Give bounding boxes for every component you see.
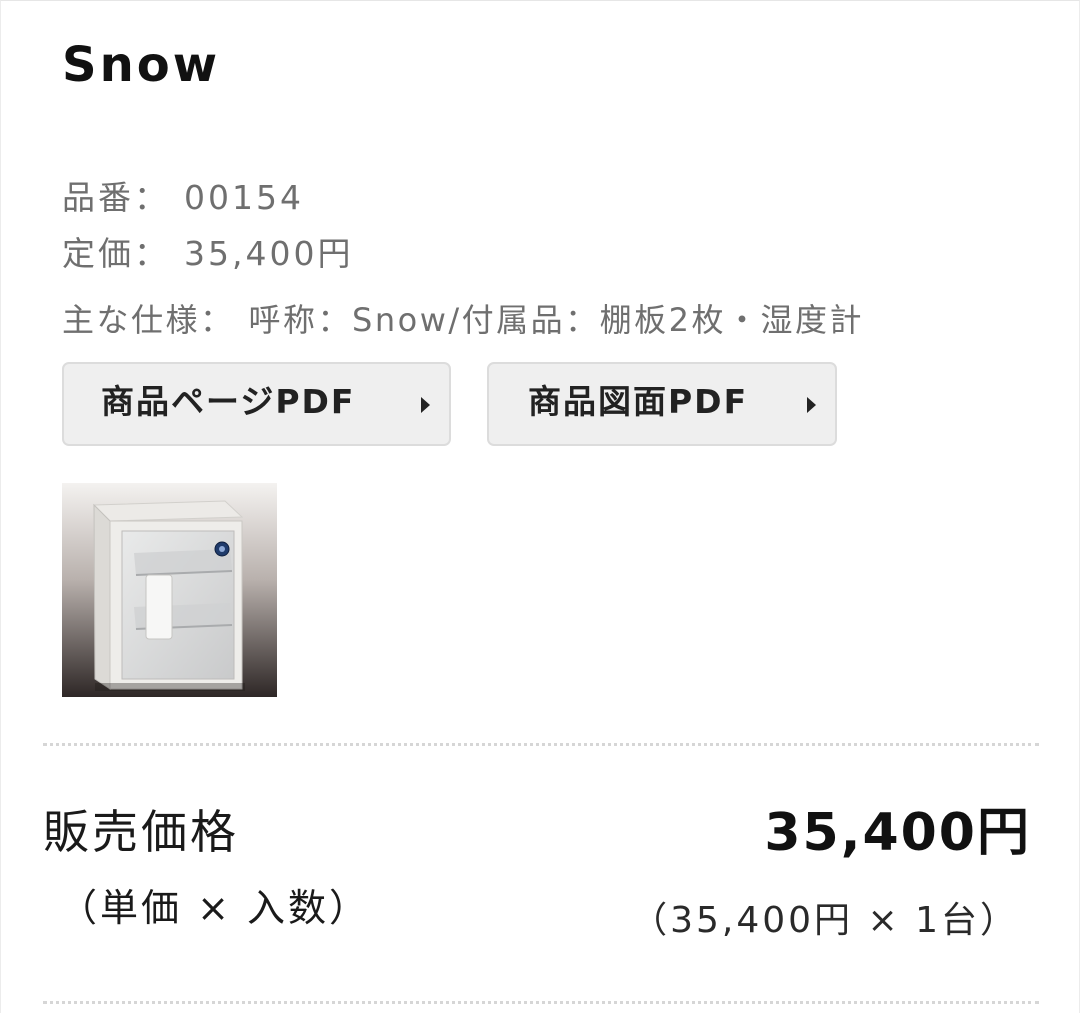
product-image[interactable] xyxy=(62,483,277,697)
spec-label: 定価： xyxy=(62,234,170,273)
sales-price-value: 35,400円 xyxy=(764,803,1031,863)
sales-price-label: 販売価格 xyxy=(43,805,239,859)
price-formula-label: （単価 × 入数） xyxy=(59,886,370,930)
product-title: Snow xyxy=(62,37,221,93)
divider xyxy=(43,743,1039,746)
divider xyxy=(43,1001,1039,1004)
spec-value: 00154 xyxy=(184,178,304,217)
product-page-pdf-button[interactable]: 商品ページPDF xyxy=(62,362,451,446)
spec-list-price: 定価： 35,400円 xyxy=(62,237,353,270)
chevron-right-icon xyxy=(421,397,430,413)
spec-item-number: 品番： 00154 xyxy=(62,181,304,214)
spec-value: 35,400円 xyxy=(184,234,354,273)
button-label: 商品図面PDF xyxy=(528,382,749,421)
price-breakdown: （35,400円 × 1台） xyxy=(631,900,1019,941)
product-detail-panel: Snow 品番： 00154 定価： 35,400円 主な仕様： 呼称：Snow/付属… xyxy=(0,0,1080,1013)
spec-main-specs: 主な仕様： 呼称：Snow/付属品：棚板2枚・湿度計 xyxy=(62,304,864,336)
spec-label: 主な仕様： xyxy=(62,301,235,339)
spec-label: 品番： xyxy=(62,178,170,217)
button-label: 商品ページPDF xyxy=(101,382,356,421)
chevron-right-icon xyxy=(807,397,816,413)
product-drawing-pdf-button[interactable]: 商品図面PDF xyxy=(487,362,837,446)
spec-value: 呼称：Snow/付属品：棚板2枚・湿度計 xyxy=(248,301,865,339)
